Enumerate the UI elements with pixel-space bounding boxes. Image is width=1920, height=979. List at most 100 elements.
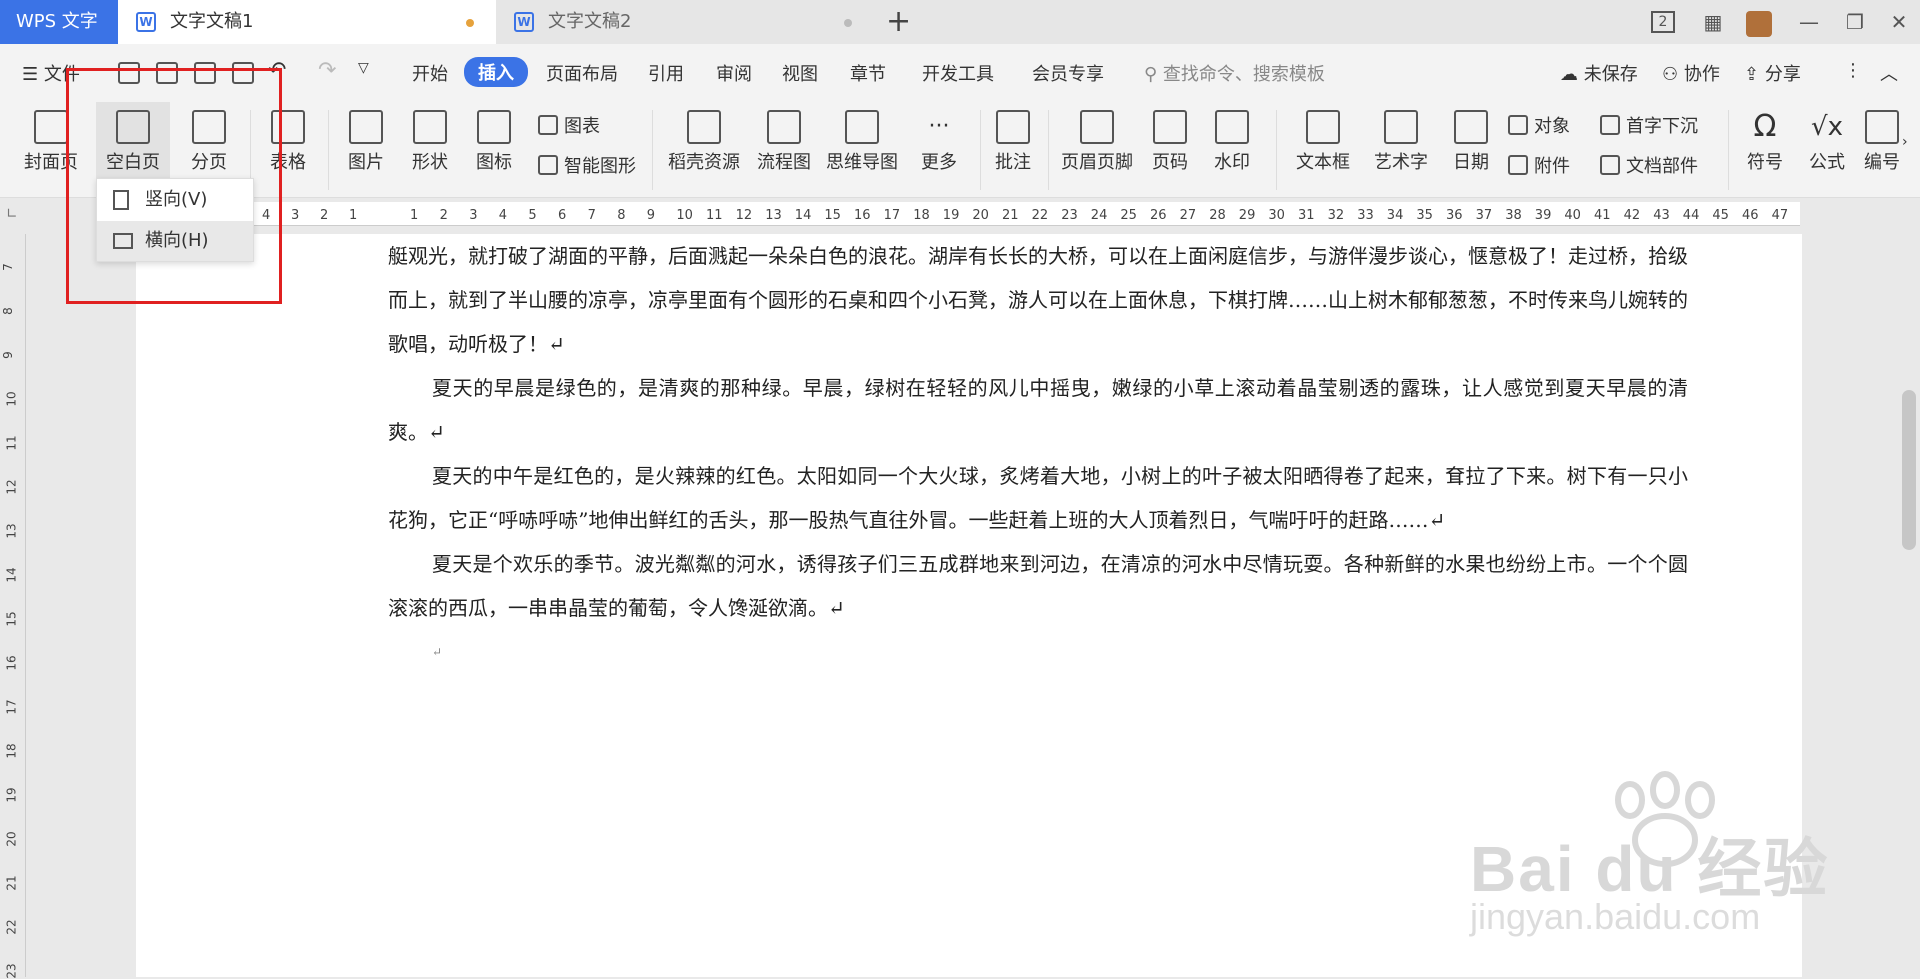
ribbon-scroll-right-icon[interactable]: ›: [1902, 134, 1908, 150]
flowchart-button[interactable]: 流程图: [752, 102, 816, 198]
share-label: 分享: [1764, 64, 1801, 85]
ruler-number: 10: [676, 208, 693, 223]
ruler-number: 20: [972, 208, 989, 223]
flowchart-label: 流程图: [757, 152, 811, 173]
more-dots-icon: ···: [928, 114, 950, 139]
tab-document-1[interactable]: W 文字文稿1: [118, 0, 496, 44]
menu-review[interactable]: 审阅: [716, 60, 752, 86]
picture-button[interactable]: 图片: [336, 102, 396, 198]
close-icon[interactable]: ✕: [1876, 0, 1920, 44]
unsaved-button[interactable]: ☁ 未保存: [1560, 60, 1638, 86]
wps-app-tab[interactable]: WPS 文字: [0, 0, 118, 44]
attachment-button[interactable]: 附件: [1508, 152, 1570, 178]
omega-icon: Ω: [1753, 109, 1777, 144]
menu-member[interactable]: 会员专享: [1032, 60, 1104, 86]
menu-view[interactable]: 视图: [782, 60, 818, 86]
avatar[interactable]: [1736, 0, 1782, 44]
vertical-ruler: 7 8 9 10 11 12 13 14 15 16 17 18 19 20 21 22 23: [0, 234, 26, 979]
paragraph[interactable]: ↵: [388, 630, 1688, 674]
paragraph[interactable]: 艇观光，就打破了湖面的平静，后面溅起一朵朵白色的浪花。湖岸有长长的大桥，可以在上…: [388, 234, 1688, 366]
minimize-icon[interactable]: —: [1786, 0, 1832, 44]
date-button[interactable]: 日期: [1442, 102, 1500, 198]
ruler-number: 43: [1653, 208, 1670, 223]
grid-apps-icon[interactable]: ▦: [1690, 0, 1736, 44]
shape-icon: [413, 110, 447, 144]
more-options-icon[interactable]: ⋮: [1844, 60, 1862, 81]
icon-button[interactable]: 图标: [464, 102, 524, 198]
page-number-button[interactable]: 页码: [1142, 102, 1198, 198]
ruler-number: 38: [1505, 208, 1522, 223]
redo-icon[interactable]: ↷: [318, 58, 336, 83]
header-footer-button[interactable]: 页眉页脚: [1056, 102, 1138, 198]
command-search[interactable]: ⚲ 查找命令、搜索模板: [1144, 60, 1325, 86]
paragraph[interactable]: 夏天的中午是红色的，是火辣辣的红色。太阳如同一个大火球，炙烤着大地，小树上的叶子…: [388, 454, 1688, 542]
ruler-number: 9: [646, 208, 656, 223]
more-button[interactable]: ··· 更多: [910, 102, 968, 198]
paragraph[interactable]: 夏天的早晨是绿色的，是清爽的那种绿。早晨，绿树在轻轻的风儿中摇曳，嫩绿的小草上滚…: [388, 366, 1688, 454]
vertical-ruler-number: 17: [4, 699, 19, 715]
wordart-button[interactable]: 艺术字: [1366, 102, 1436, 198]
comment-icon: [996, 110, 1030, 144]
menu-insert[interactable]: 插入: [464, 57, 528, 87]
scroll-thumb[interactable]: [1902, 390, 1916, 550]
docer-resources-button[interactable]: 稻壳资源: [662, 102, 746, 198]
menu-developer-tools[interactable]: 开发工具: [922, 60, 994, 86]
text-box-button[interactable]: 文本框: [1286, 102, 1360, 198]
mindmap-button[interactable]: 思维导图: [820, 102, 904, 198]
ruler-number: 44: [1682, 208, 1700, 223]
document-parts-button[interactable]: 文档部件: [1600, 152, 1698, 178]
tab-document-2[interactable]: W 文字文稿2: [496, 0, 874, 44]
chart-button[interactable]: 图表: [538, 112, 600, 138]
store-icon: [687, 110, 721, 144]
watermark-url: jingyan.baidu.com: [1470, 896, 1761, 937]
tab-label: 文字文稿2: [548, 11, 632, 32]
ruler-number: 18: [913, 208, 930, 223]
comment-button[interactable]: 批注: [988, 102, 1038, 198]
ruler-number: 4: [498, 208, 508, 223]
vertical-ruler-number: 22: [4, 919, 19, 935]
wordart-icon: [1384, 110, 1418, 144]
object-button[interactable]: 对象: [1508, 112, 1570, 138]
menu-start[interactable]: 开始: [412, 60, 448, 86]
menu-page-layout[interactable]: 页面布局: [546, 60, 618, 86]
document-parts-icon: [1600, 155, 1620, 175]
ruler-number: 3: [291, 208, 300, 223]
ruler-number: 47: [1771, 208, 1789, 223]
ruler-number: 34: [1386, 208, 1404, 223]
numbering-icon: [1865, 110, 1899, 144]
ruler-number: 33: [1357, 208, 1374, 223]
drop-cap-button[interactable]: 首字下沉: [1600, 112, 1698, 138]
restore-icon[interactable]: ❐: [1832, 0, 1878, 44]
formula-button[interactable]: √x 公式: [1798, 102, 1856, 198]
collapse-ribbon-icon[interactable]: ︿: [1880, 60, 1898, 86]
shape-button[interactable]: 形状: [400, 102, 460, 198]
smart-graphic-button[interactable]: 智能图形: [538, 152, 636, 178]
menu-references[interactable]: 引用: [648, 60, 684, 86]
symbol-button[interactable]: Ω 符号: [1736, 102, 1794, 198]
ruler-number: 31: [1298, 208, 1315, 223]
new-tab-button[interactable]: +: [886, 4, 911, 39]
page-number-icon: [1153, 110, 1187, 144]
vertical-ruler-number: 9: [0, 351, 15, 359]
collaborate-label: 协作: [1683, 64, 1720, 85]
collaborate-button[interactable]: ⚇ 协作: [1662, 60, 1720, 86]
numbering-button[interactable]: 编号: [1862, 102, 1902, 198]
avatar-image: [1746, 10, 1772, 37]
page-indicator-icon[interactable]: 2: [1640, 0, 1686, 44]
ruler-number: 40: [1564, 208, 1581, 223]
wps-writer-icon: W: [136, 12, 156, 32]
paragraph[interactable]: 夏天是个欢乐的季节。波光粼粼的河水，诱得孩子们三五成群地来到河边，在清凉的河水中…: [388, 542, 1688, 630]
ruler-number: 7: [587, 208, 596, 223]
quick-access-dropdown-icon[interactable]: ▽: [358, 60, 369, 76]
ruler-number: 27: [1179, 208, 1197, 223]
horizontal-ruler: ∟ 4 3 2 1 1 2 3 4 5 6 7 8 9 10 11 12 13 14 15 16 17 18 19 20 21 2…: [0, 198, 1920, 234]
vertical-scrollbar[interactable]: [1896, 234, 1920, 977]
formula-label: 公式: [1809, 152, 1845, 173]
ruler-number: 25: [1120, 208, 1137, 223]
menu-chapter[interactable]: 章节: [850, 60, 886, 86]
header-footer-label: 页眉页脚: [1061, 152, 1133, 173]
share-button[interactable]: ⇪ 分享: [1744, 60, 1801, 86]
document-body[interactable]: 艇观光，就打破了湖面的平静，后面溅起一朵朵白色的浪花。湖岸有长长的大桥，可以在上…: [388, 234, 1688, 674]
tab-stop-icon[interactable]: ∟: [6, 206, 18, 222]
watermark-button[interactable]: 水印: [1204, 102, 1260, 198]
